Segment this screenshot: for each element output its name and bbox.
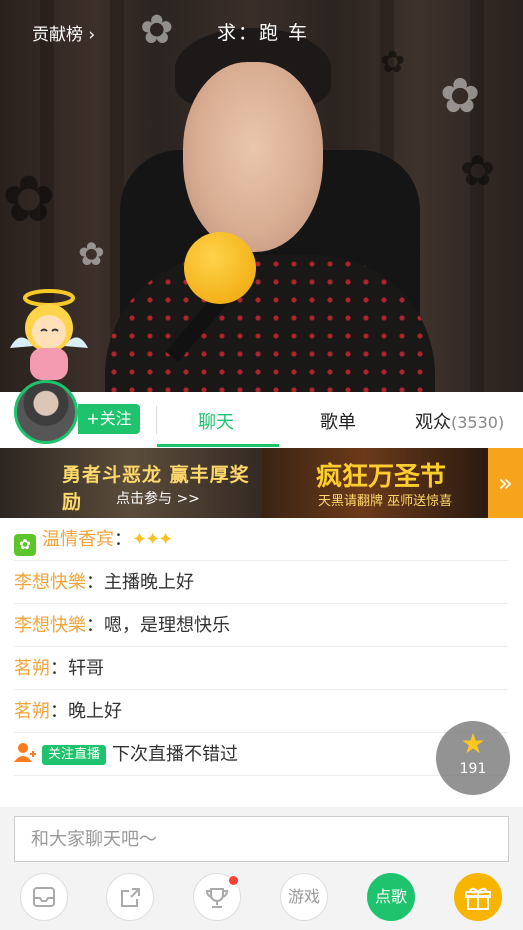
banner-next-arrow-icon[interactable]: » — [488, 448, 523, 518]
tab-chat[interactable]: 聊天 — [198, 408, 234, 434]
flower-decoration: ✿ — [380, 45, 406, 80]
microphone — [184, 232, 256, 304]
flower-decoration: ✿ — [2, 163, 56, 237]
share-icon — [121, 888, 140, 907]
share-button[interactable] — [106, 873, 154, 921]
star-collect-button[interactable]: ★ 191 — [436, 721, 510, 795]
chat-message: 茗朔：轩哥 — [14, 647, 508, 690]
flower-decoration: ✿ — [78, 235, 105, 273]
inbox-icon — [33, 887, 55, 907]
song-request-button[interactable]: 点歌 — [367, 873, 415, 921]
gift-request-text: 求：跑 车 — [217, 22, 310, 44]
follow-live-badge[interactable]: 关注直播 — [42, 745, 107, 765]
chat-separator: ： — [50, 701, 68, 722]
vip-badge-icons: ✦✦✦ — [132, 529, 173, 550]
chat-message: 茗朔：晚上好 — [14, 690, 508, 733]
live-video[interactable]: ✿ ✿ ✿ ✿ ✿ ✿ 贡献榜 › 求：跑 车 — [0, 0, 523, 392]
live-room-page: ✿ ✿ ✿ ✿ ✿ ✿ 贡献榜 › 求：跑 车 +关注 聊天 歌单 观众(353… — [0, 0, 523, 930]
tab-audience[interactable]: 观众(3530) — [415, 408, 504, 434]
chat-separator: ： — [114, 529, 132, 550]
promo-halloween-sub: 天黑请翻牌 巫师送惊喜 — [318, 494, 453, 509]
follow-button[interactable]: +关注 — [78, 404, 140, 434]
chat-text: 嗯，是理想快乐 — [104, 615, 230, 636]
star-count: 191 — [459, 761, 487, 777]
promo-dragon-link[interactable]: 点击参与 >> — [116, 488, 200, 508]
chat-username[interactable]: 温情香宾 — [42, 529, 114, 550]
notification-dot — [229, 876, 238, 885]
chat-system-follow-tip: 关注直播 下次直播不错过 — [14, 733, 508, 776]
angel-mascot-icon[interactable] — [6, 288, 92, 384]
audience-count: (3530) — [451, 413, 505, 432]
chat-message: 李想快樂：主播晚上好 — [14, 561, 508, 604]
tab-playlist[interactable]: 歌单 — [320, 408, 356, 434]
divider — [156, 406, 157, 434]
chat-text: 晚上好 — [68, 701, 122, 722]
curtain-fold — [470, 0, 484, 392]
vip-level-icon: ✿ — [14, 534, 36, 556]
flower-decoration: ✿ — [140, 7, 174, 53]
tab-audience-label: 观众 — [415, 412, 451, 433]
add-person-icon — [14, 734, 36, 777]
promo-banner[interactable]: 勇者斗恶龙 赢丰厚奖励 点击参与 >> 疯狂万圣节 天黑请翻牌 巫师送惊喜 » — [0, 448, 523, 518]
chat-username[interactable]: 李想快樂 — [14, 615, 86, 636]
chat-separator: ： — [86, 615, 104, 636]
chat-separator: ： — [50, 658, 68, 679]
streamer-face — [183, 62, 323, 252]
gift-icon — [465, 887, 491, 910]
contribution-rank-link[interactable]: 贡献榜 › — [32, 20, 95, 45]
gift-button[interactable] — [454, 873, 502, 921]
active-tab-indicator — [157, 444, 279, 447]
ranking-button[interactable] — [193, 873, 241, 921]
room-tab-bar: +关注 聊天 歌单 观众(3530) — [0, 380, 523, 448]
star-icon: ★ — [460, 727, 486, 760]
contribution-rank-label: 贡献榜 — [32, 25, 83, 45]
chat-username[interactable]: 茗朔 — [14, 658, 50, 679]
chat-system-text: 下次直播不错过 — [112, 744, 239, 765]
chat-message: 李想快樂：嗯，是理想快乐 — [14, 604, 508, 647]
trophy-icon — [205, 888, 229, 908]
flower-decoration: ✿ — [440, 68, 481, 124]
chat-separator: ： — [86, 572, 104, 593]
chat-message-welcome: ✿ 温情香宾：✦✦✦ — [14, 518, 508, 561]
promo-halloween-title: 疯狂万圣节 — [316, 462, 447, 492]
chat-username[interactable]: 李想快樂 — [14, 572, 86, 593]
game-button[interactable]: 游戏 — [280, 873, 328, 921]
anchor-avatar[interactable] — [14, 380, 78, 444]
chat-text: 轩哥 — [68, 658, 104, 679]
chat-input[interactable] — [14, 816, 509, 862]
chevron-right-icon: › — [88, 25, 96, 45]
input-area: 游戏 点歌 — [0, 807, 523, 930]
message-box-button[interactable] — [20, 873, 68, 921]
chat-text: 主播晚上好 — [104, 572, 194, 593]
promo-banner-dragon[interactable]: 勇者斗恶龙 赢丰厚奖励 点击参与 >> — [0, 448, 262, 518]
flower-decoration: ✿ — [460, 146, 496, 195]
chat-username[interactable]: 茗朔 — [14, 701, 50, 722]
